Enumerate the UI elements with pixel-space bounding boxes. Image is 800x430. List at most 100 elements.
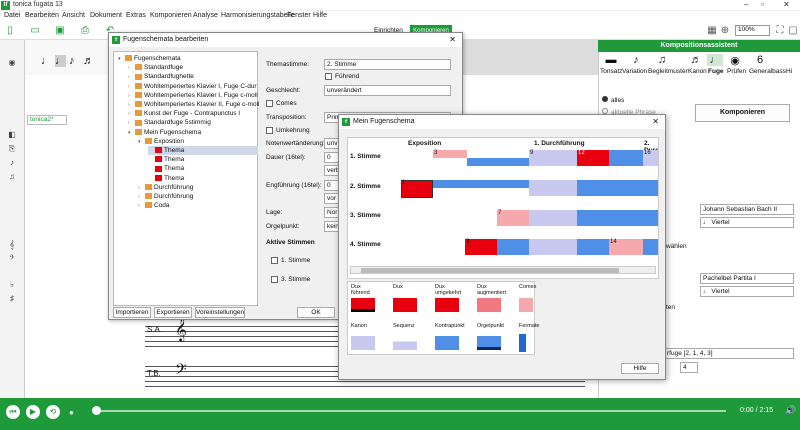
seg-kanon[interactable] bbox=[529, 239, 577, 255]
new-file-icon[interactable]: ▯ bbox=[4, 25, 16, 37]
tool-icon-1[interactable]: ◧ bbox=[6, 130, 18, 139]
menu-ansicht[interactable]: Ansicht bbox=[62, 12, 85, 19]
seg-comes[interactable] bbox=[497, 210, 529, 226]
tab-variation[interactable]: Variation bbox=[622, 68, 647, 75]
menu-analyse[interactable]: Analyse bbox=[193, 12, 218, 19]
close-icon[interactable]: ✕ bbox=[449, 35, 456, 44]
expand-arrow-icon[interactable]: ▾ bbox=[128, 129, 135, 138]
zoom-select[interactable]: 100% bbox=[735, 25, 770, 36]
scrollbar-thumb[interactable] bbox=[361, 268, 619, 273]
document-tab[interactable]: tonica2* bbox=[27, 115, 67, 125]
tree-item[interactable]: › Standardfuge 5stimmig bbox=[128, 118, 211, 127]
geschlecht-select[interactable]: unverändert bbox=[324, 85, 451, 96]
seg-kanon[interactable] bbox=[529, 150, 577, 166]
style-select[interactable]: Pachelbel Partita I bbox=[700, 273, 794, 284]
sixteenth-note-icon[interactable]: ♬ bbox=[83, 55, 94, 67]
menu-datei[interactable]: Datei bbox=[4, 12, 20, 19]
menu-extras[interactable]: Extras bbox=[126, 12, 146, 19]
fugue-schema-select[interactable]: rfuge [2, 1, 4, 3] bbox=[664, 348, 794, 359]
expand-arrow-icon[interactable]: › bbox=[138, 202, 145, 211]
minimize-icon[interactable]: – bbox=[744, 0, 748, 9]
tree-item[interactable]: ▾ Mein Fugenschema bbox=[128, 128, 201, 137]
duration-select-2[interactable]: ♩ Viertel bbox=[700, 286, 794, 297]
import-button[interactable]: Importieren bbox=[113, 307, 151, 318]
tree-item[interactable]: › Wohltemperiertes Klavier I, Fuge c-moll bbox=[128, 91, 258, 100]
tab-kanon[interactable]: Kanon bbox=[688, 68, 707, 75]
zoom-in-icon[interactable]: ⊕ bbox=[719, 25, 731, 37]
close-icon[interactable]: ✕ bbox=[783, 0, 790, 9]
seg-kontrapunkt[interactable] bbox=[497, 239, 529, 255]
tab-fuge[interactable]: Fuge bbox=[708, 68, 724, 75]
umkehrung-checkbox[interactable]: Umkehrung bbox=[266, 127, 310, 134]
tool-icon-6[interactable]: 𝄢 bbox=[6, 254, 18, 263]
rewind-icon[interactable]: ⏮ bbox=[6, 405, 20, 419]
help-button[interactable]: Hilfe bbox=[621, 363, 659, 374]
menu-komponieren[interactable]: Komponieren bbox=[150, 12, 192, 19]
fuge-icon[interactable]: ♩ bbox=[707, 54, 723, 66]
tab-pruefen[interactable]: Prüfen bbox=[727, 68, 746, 75]
tree-item[interactable]: › Wohltemperiertes Klavier II, Fuge c-mol… bbox=[128, 100, 259, 109]
record-icon[interactable]: ● bbox=[69, 408, 83, 417]
seg-kontrapunkt[interactable] bbox=[643, 239, 658, 255]
seg-kontrapunkt[interactable] bbox=[577, 180, 658, 196]
tree-item[interactable]: Thema bbox=[148, 164, 184, 173]
progress-handle[interactable] bbox=[92, 406, 101, 415]
expand-arrow-icon[interactable]: ▾ bbox=[118, 55, 125, 64]
play-icon[interactable]: ▶ bbox=[26, 405, 40, 419]
seg-kontrapunkt[interactable] bbox=[577, 239, 609, 255]
flat-icon[interactable]: ♭ bbox=[6, 280, 18, 289]
kanon-icon[interactable]: ♬ bbox=[688, 54, 704, 66]
open-file-icon[interactable]: ▭ bbox=[29, 25, 41, 37]
note-icon[interactable]: ♩ bbox=[41, 55, 52, 67]
quarter-note-icon[interactable]: ♩ bbox=[55, 55, 66, 67]
radio-alles[interactable]: alles bbox=[602, 96, 624, 104]
seg-kontrapunkt[interactable] bbox=[577, 210, 658, 226]
tree-item[interactable]: › Durchführung bbox=[138, 183, 193, 192]
duration-select-1[interactable]: ♩ Viertel bbox=[700, 217, 794, 228]
eighth-note-icon[interactable]: ♪ bbox=[69, 55, 75, 67]
tree-item[interactable]: Thema bbox=[148, 146, 258, 155]
stepper[interactable]: 4 bbox=[680, 362, 698, 373]
ok-button[interactable]: OK bbox=[297, 307, 335, 318]
toggle-icon[interactable]: ◉ bbox=[6, 58, 18, 67]
tab-generalbass[interactable]: Generalbass bbox=[749, 68, 786, 75]
save-icon[interactable]: ▣ bbox=[54, 25, 66, 37]
menu-hilfe[interactable]: Hilfe bbox=[313, 12, 327, 19]
tab-begleitmuster[interactable]: Begleitmuster bbox=[648, 68, 688, 75]
composer-select[interactable]: Johann Sebastian Bach II bbox=[700, 204, 794, 215]
variation-icon[interactable]: ♪ bbox=[628, 54, 644, 66]
seg-kontrapunkt[interactable] bbox=[433, 180, 529, 188]
tree-item[interactable]: ▾ Exposition bbox=[138, 137, 184, 146]
tree-item[interactable]: ▾ Fugenschemata bbox=[118, 54, 181, 63]
grid-icon[interactable]: ▦ bbox=[706, 25, 718, 37]
seg-comes[interactable] bbox=[433, 150, 467, 158]
close-icon[interactable]: ✕ bbox=[652, 117, 659, 126]
seg-kontrapunkt[interactable] bbox=[467, 158, 529, 166]
volume-icon[interactable]: 🔊 bbox=[785, 405, 796, 416]
tool-icon-5[interactable]: 𝄞 bbox=[6, 240, 18, 249]
tree-item[interactable]: › Kunst der Fuge - Contrapunctus I bbox=[128, 109, 240, 118]
menu-bearbeiten[interactable]: Bearbeiten bbox=[25, 12, 59, 19]
begleitmuster-icon[interactable]: ♫ bbox=[654, 54, 670, 66]
schema-tree[interactable]: ▾ Fugenschemata › Standardfuge › Standardfugh… bbox=[113, 51, 259, 306]
seg-kanon[interactable] bbox=[529, 180, 577, 196]
fuehrend-checkbox[interactable]: Führend bbox=[325, 73, 359, 80]
progress-track[interactable] bbox=[96, 410, 726, 412]
tree-item[interactable]: › Coda bbox=[138, 201, 170, 210]
maximize-icon[interactable]: ▫ bbox=[761, 0, 764, 9]
seg-dux-fuehrend-selected[interactable] bbox=[401, 180, 433, 198]
tree-item[interactable]: › Durchführung bbox=[138, 192, 193, 201]
print-icon[interactable]: ⎙ bbox=[79, 25, 91, 37]
stimme3-checkbox[interactable]: 3. Stimme bbox=[271, 276, 310, 283]
tree-item[interactable]: › Standardfuge bbox=[128, 63, 183, 72]
tree-item[interactable]: Thema bbox=[148, 174, 184, 183]
tab-hi[interactable]: Hi bbox=[786, 68, 792, 75]
tree-item[interactable]: Thema bbox=[148, 155, 184, 164]
seg-dux[interactable] bbox=[465, 239, 497, 255]
tab-tonsatz[interactable]: Tonsatz bbox=[600, 68, 622, 75]
expand-arrow-icon[interactable]: ▾ bbox=[138, 138, 145, 147]
tree-item[interactable]: › Standardfughette bbox=[128, 72, 194, 81]
themastimme-select[interactable]: 2. Stimme bbox=[324, 59, 451, 70]
loop-icon[interactable]: ⟲ bbox=[46, 405, 60, 419]
tool-icon-4[interactable]: ♫ bbox=[6, 172, 18, 181]
